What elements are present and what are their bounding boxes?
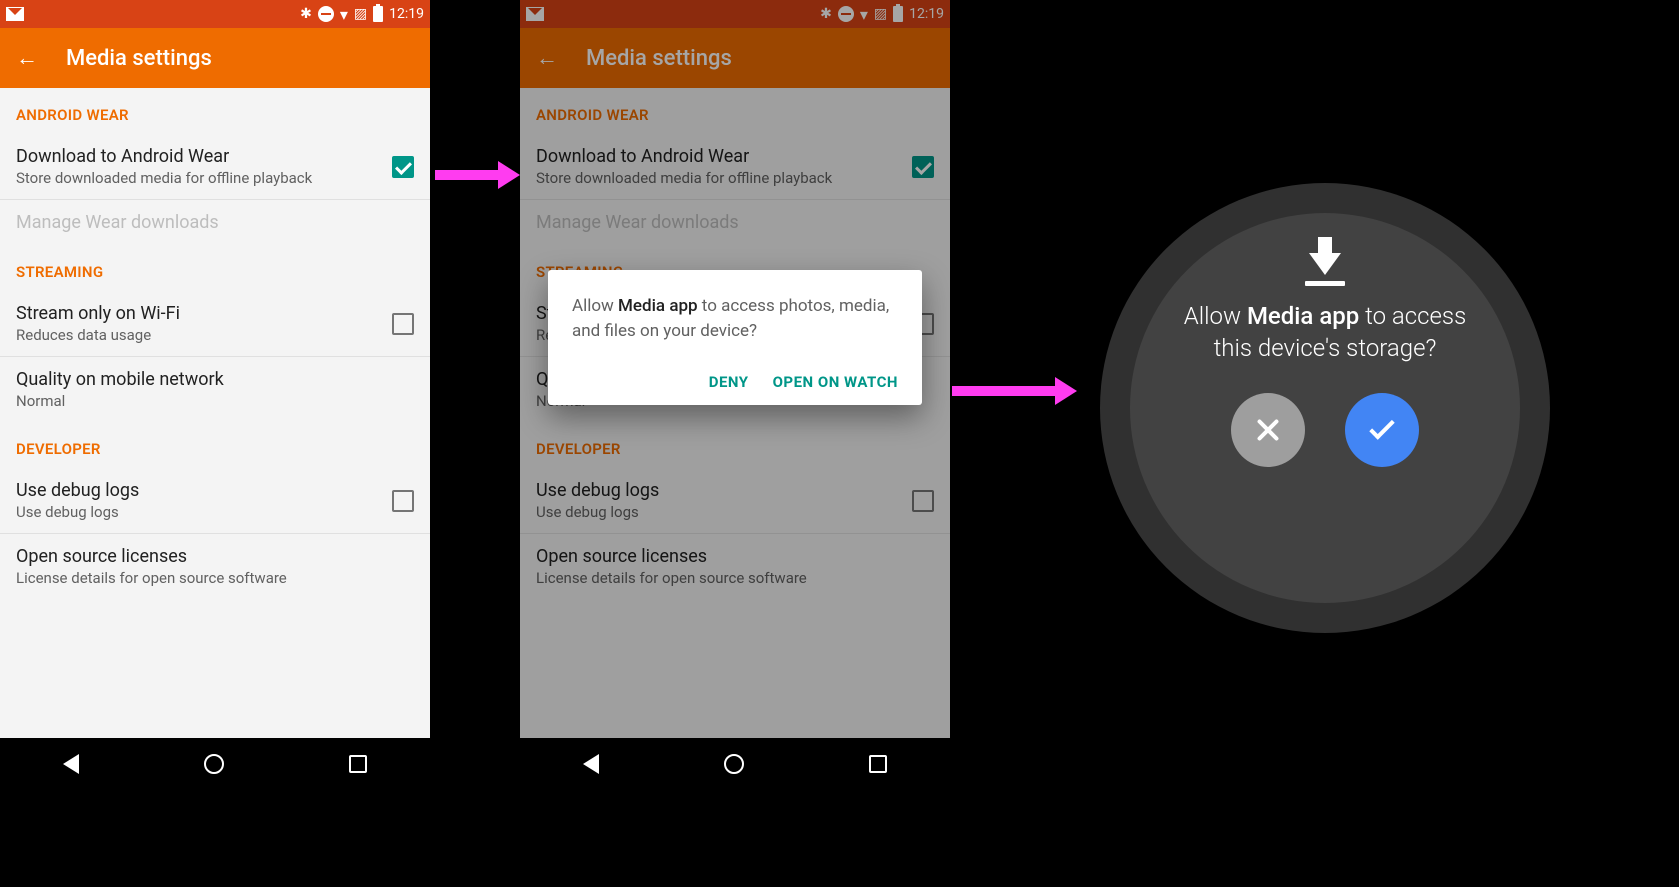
check-icon <box>1369 414 1394 439</box>
wifi-icon: ▾ <box>340 5 348 24</box>
pref-quality-mobile[interactable]: Quality on mobile network Normal <box>0 357 430 422</box>
pref-title: Stream only on Wi-Fi <box>16 303 180 324</box>
pref-manage-wear-downloads[interactable]: Manage Wear downloads <box>0 200 430 245</box>
settings-list: ANDROID WEAR Download to Android Wear St… <box>0 88 430 599</box>
watch-text-prefix: Allow <box>1184 302 1247 330</box>
nav-recents[interactable] <box>349 755 367 773</box>
pref-title: Use debug logs <box>16 480 139 501</box>
flow-arrow-icon <box>435 168 520 182</box>
phone-dialog-screen: ✱ ▾ ▨ 12:19 ← Media settings ANDROID WEA… <box>520 0 950 790</box>
watch-app-name: Media app <box>1247 302 1359 330</box>
dialog-app-name: Media app <box>618 296 698 316</box>
checkbox-debug-logs[interactable] <box>392 490 414 512</box>
nav-home[interactable] <box>204 754 224 774</box>
nav-back[interactable] <box>583 754 599 774</box>
nav-recents[interactable] <box>869 755 887 773</box>
phone-settings-screen: ✱ ▾ ▨ 12:19 ← Media settings ANDROID WEA… <box>0 0 430 790</box>
pref-debug-logs[interactable]: Use debug logs Use debug logs <box>0 468 430 534</box>
bluetooth-icon: ✱ <box>300 6 312 22</box>
page-title: Media settings <box>66 46 212 71</box>
section-android-wear: ANDROID WEAR <box>0 88 430 134</box>
pref-subtitle: Use debug logs <box>16 503 139 521</box>
checkbox-download-to-wear[interactable] <box>392 156 414 178</box>
pref-title: Manage Wear downloads <box>16 212 219 233</box>
pref-title: Quality on mobile network <box>16 369 224 390</box>
status-time: 12:19 <box>389 6 424 22</box>
open-on-watch-button[interactable]: OPEN ON WATCH <box>773 373 898 391</box>
status-bar: ✱ ▾ ▨ 12:19 <box>0 0 430 28</box>
watch-permission-text: Allow Media app to access this device's … <box>1170 300 1480 365</box>
wear-watch-face: Allow Media app to access this device's … <box>1100 183 1550 633</box>
no-sim-icon: ▨ <box>354 6 367 22</box>
nav-back[interactable] <box>63 754 79 774</box>
pref-subtitle: Normal <box>16 392 224 410</box>
pref-subtitle: Store downloaded media for offline playb… <box>16 169 312 187</box>
system-nav-bar <box>0 738 430 790</box>
do-not-disturb-icon <box>318 6 334 22</box>
dialog-message: Allow Media app to access photos, media,… <box>572 294 898 343</box>
checkbox-stream-wifi[interactable] <box>392 313 414 335</box>
section-developer: DEVELOPER <box>0 422 430 468</box>
pref-stream-wifi-only[interactable]: Stream only on Wi-Fi Reduces data usage <box>0 291 430 357</box>
watch-allow-button[interactable] <box>1345 393 1419 467</box>
watch-deny-button[interactable] <box>1231 393 1305 467</box>
gmail-icon <box>6 7 24 21</box>
pref-title: Download to Android Wear <box>16 146 312 167</box>
app-bar: ← Media settings <box>0 28 430 88</box>
flow-arrow-icon <box>952 384 1077 398</box>
section-streaming: STREAMING <box>0 245 430 291</box>
download-icon <box>1305 253 1345 286</box>
pref-subtitle: Reduces data usage <box>16 326 180 344</box>
pref-download-to-wear[interactable]: Download to Android Wear Store downloade… <box>0 134 430 200</box>
nav-home[interactable] <box>724 754 744 774</box>
pref-subtitle: License details for open source software <box>16 569 287 587</box>
pref-title: Open source licenses <box>16 546 287 567</box>
back-button[interactable]: ← <box>16 45 38 71</box>
permission-dialog: Allow Media app to access photos, media,… <box>548 270 922 405</box>
system-nav-bar <box>520 738 950 790</box>
pref-open-source-licenses[interactable]: Open source licenses License details for… <box>0 534 430 599</box>
dialog-text-prefix: Allow <box>572 296 618 316</box>
deny-button[interactable]: DENY <box>709 373 749 391</box>
battery-icon <box>373 6 383 22</box>
